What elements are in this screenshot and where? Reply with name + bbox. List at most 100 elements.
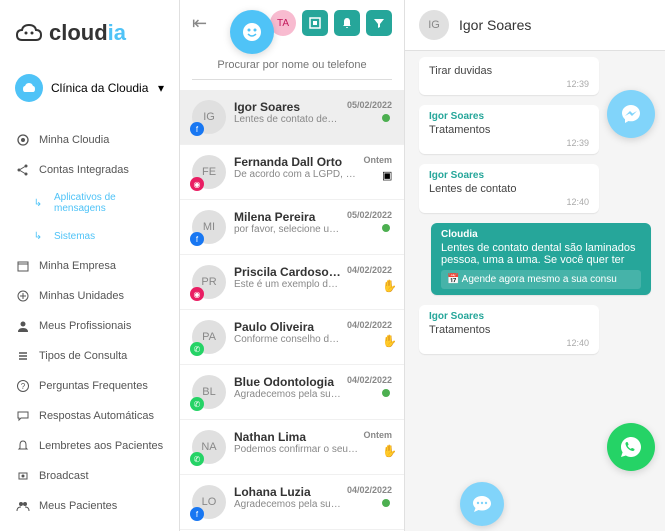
nav-label: Aplicativos de mensagens bbox=[54, 192, 164, 214]
hand-icon: ✋ bbox=[382, 279, 392, 293]
conversation-meta: 05/02/2022 bbox=[347, 210, 392, 244]
message-time: 12:39 bbox=[429, 79, 589, 89]
nav-label: Lembretes aos Pacientes bbox=[39, 440, 163, 452]
chat-list-header: ⇤ TA bbox=[180, 0, 404, 46]
conversation-item[interactable]: LOfLohana LuziaAgradecemos pela sua conf… bbox=[180, 475, 404, 530]
conversation-date: Ontem bbox=[363, 430, 392, 440]
chat-list-panel: ⇤ TA IGfIgor SoaresLentes de contato den… bbox=[180, 0, 405, 531]
conversation-item[interactable]: MIfMilena Pereirapor favor, selecione um… bbox=[180, 200, 404, 255]
conversation-date: 04/02/2022 bbox=[347, 375, 392, 385]
conversation-name: Lohana Luzia bbox=[234, 485, 343, 499]
nav-item[interactable]: ↳Aplicativos de mensagens bbox=[0, 185, 179, 221]
conversation-preview: Este é um exemplo de Inteligê bbox=[234, 279, 343, 290]
sidebar: cloudia Clínica da Cloudia ▾ Minha Cloud… bbox=[0, 0, 180, 531]
fb-badge-icon: f bbox=[190, 232, 204, 246]
smile-bubble-icon bbox=[230, 10, 274, 54]
users-icon bbox=[15, 498, 31, 514]
fb-badge-icon: f bbox=[190, 507, 204, 521]
conversation-name: Milena Pereira bbox=[234, 210, 343, 224]
wa-badge-icon: ✆ bbox=[190, 342, 204, 356]
bell-icon bbox=[15, 438, 31, 454]
ig-badge-icon: ◉ bbox=[190, 177, 204, 191]
conversation-date: 04/02/2022 bbox=[347, 265, 392, 275]
conversation-preview: Lentes de contato dental são l bbox=[234, 114, 343, 125]
message-cta-button[interactable]: 📅 Agende agora mesmo a sua consu bbox=[441, 270, 641, 289]
online-dot-icon bbox=[382, 499, 390, 507]
message-text: Lentes de contato bbox=[429, 183, 589, 195]
conversation-avatar: MIf bbox=[192, 210, 226, 244]
arrow-icon: ↳ bbox=[30, 228, 46, 244]
conversation-preview: Agradecemos pela sua confia bbox=[234, 389, 343, 400]
nav-item[interactable]: Minhas Unidades bbox=[0, 281, 179, 311]
search-container bbox=[192, 51, 392, 80]
conversation-avatar: LOf bbox=[192, 485, 226, 519]
nav-item[interactable]: ?Perguntas Frequentes bbox=[0, 371, 179, 401]
conversation-avatar: PA✆ bbox=[192, 320, 226, 354]
conversation-date: 05/02/2022 bbox=[347, 100, 392, 110]
online-dot-icon bbox=[382, 224, 390, 232]
nav-item[interactable]: Minha Cloudia bbox=[0, 125, 179, 155]
cloud-icon bbox=[15, 22, 43, 44]
conversation-name: Fernanda Dall Orto bbox=[234, 155, 359, 169]
ig-badge-icon: ◉ bbox=[190, 287, 204, 301]
filter-button[interactable] bbox=[366, 10, 392, 36]
conversation-body: Lohana LuziaAgradecemos pela sua confia bbox=[234, 485, 343, 519]
nav-label: Perguntas Frequentes bbox=[39, 380, 148, 392]
nav-item[interactable]: Minha Empresa bbox=[0, 251, 179, 281]
nav-item[interactable]: Meus Pacientes bbox=[0, 491, 179, 521]
search-input[interactable] bbox=[192, 51, 392, 80]
dashboard-button[interactable] bbox=[302, 10, 328, 36]
nav-item[interactable]: Lembretes aos Pacientes bbox=[0, 431, 179, 461]
nav-item[interactable]: Meus Profissionais bbox=[0, 311, 179, 341]
user-message: Tirar duvidas 12:39 bbox=[419, 57, 599, 95]
conversation-meta: 05/02/2022 bbox=[347, 100, 392, 134]
user-message: Igor SoaresLentes de contato12:40 bbox=[419, 164, 599, 213]
conversation-item[interactable]: PA✆Paulo OliveiraConforme conselho de ét… bbox=[180, 310, 404, 365]
online-dot-icon bbox=[382, 389, 390, 397]
broadcast-icon bbox=[15, 468, 31, 484]
collapse-icon[interactable]: ⇤ bbox=[192, 13, 207, 34]
conversation-body: Igor SoaresLentes de contato dental são … bbox=[234, 100, 343, 134]
nav-item[interactable]: ↳Lista bbox=[0, 521, 179, 531]
conversation-name: Priscila Cardoso do ... bbox=[234, 265, 343, 279]
notifications-button[interactable] bbox=[334, 10, 360, 36]
conversation-item[interactable]: BL✆Blue OdontologiaAgradecemos pela sua … bbox=[180, 365, 404, 420]
conversation-item[interactable]: IGfIgor SoaresLentes de contato dental s… bbox=[180, 90, 404, 145]
clinic-selector[interactable]: Clínica da Cloudia ▾ bbox=[0, 66, 179, 110]
nav-item[interactable]: Broadcast bbox=[0, 461, 179, 491]
messenger-bubble-icon bbox=[607, 90, 655, 138]
conversation-date: 04/02/2022 bbox=[347, 485, 392, 495]
fb-badge-icon: f bbox=[190, 122, 204, 136]
store-icon bbox=[15, 258, 31, 274]
conversation-meta: Ontem✋ bbox=[363, 430, 392, 464]
conversation-avatar: IGf bbox=[192, 100, 226, 134]
share-icon bbox=[15, 162, 31, 178]
nav-item[interactable]: Tipos de Consulta bbox=[0, 341, 179, 371]
logo-text-prefix: cloud bbox=[49, 20, 108, 46]
nav-label: Minhas Unidades bbox=[39, 290, 124, 302]
logo-text-suffix: ia bbox=[108, 20, 126, 46]
conversation-item[interactable]: PR◉Priscila Cardoso do ...Este é um exem… bbox=[180, 255, 404, 310]
home-icon bbox=[15, 132, 31, 148]
conversation-item[interactable]: FE◉Fernanda Dall OrtoDe acordo com a LGP… bbox=[180, 145, 404, 200]
nav-item[interactable]: ↳Sistemas bbox=[0, 221, 179, 251]
conversation-body: Paulo OliveiraConforme conselho de ética… bbox=[234, 320, 343, 354]
conversation-list: IGfIgor SoaresLentes de contato dental s… bbox=[180, 90, 404, 531]
conversation-item[interactable]: NA✆Nathan LimaPodemos confirmar o seu ag… bbox=[180, 420, 404, 475]
plus-icon bbox=[15, 288, 31, 304]
conversation-preview: Conforme conselho de ética d bbox=[234, 334, 343, 345]
chat-header-name: Igor Soares bbox=[459, 17, 531, 33]
conversation-name: Nathan Lima bbox=[234, 430, 359, 444]
conversation-body: Milena Pereirapor favor, selecione um do… bbox=[234, 210, 343, 244]
conversation-date: 05/02/2022 bbox=[347, 210, 392, 220]
conversation-meta: Ontem▣ bbox=[363, 155, 392, 189]
nav-label: Tipos de Consulta bbox=[39, 350, 127, 362]
message-text: Tratamentos bbox=[429, 124, 589, 136]
conversation-preview: Agradecemos pela sua confia bbox=[234, 499, 343, 510]
message-text: Tirar duvidas bbox=[429, 65, 589, 77]
conversation-name: Blue Odontologia bbox=[234, 375, 343, 389]
nav-label: Meus Pacientes bbox=[39, 500, 117, 512]
nav-item[interactable]: Respostas Automáticas bbox=[0, 401, 179, 431]
nav-label: Contas Integradas bbox=[39, 164, 129, 176]
nav-item[interactable]: Contas Integradas bbox=[0, 155, 179, 185]
